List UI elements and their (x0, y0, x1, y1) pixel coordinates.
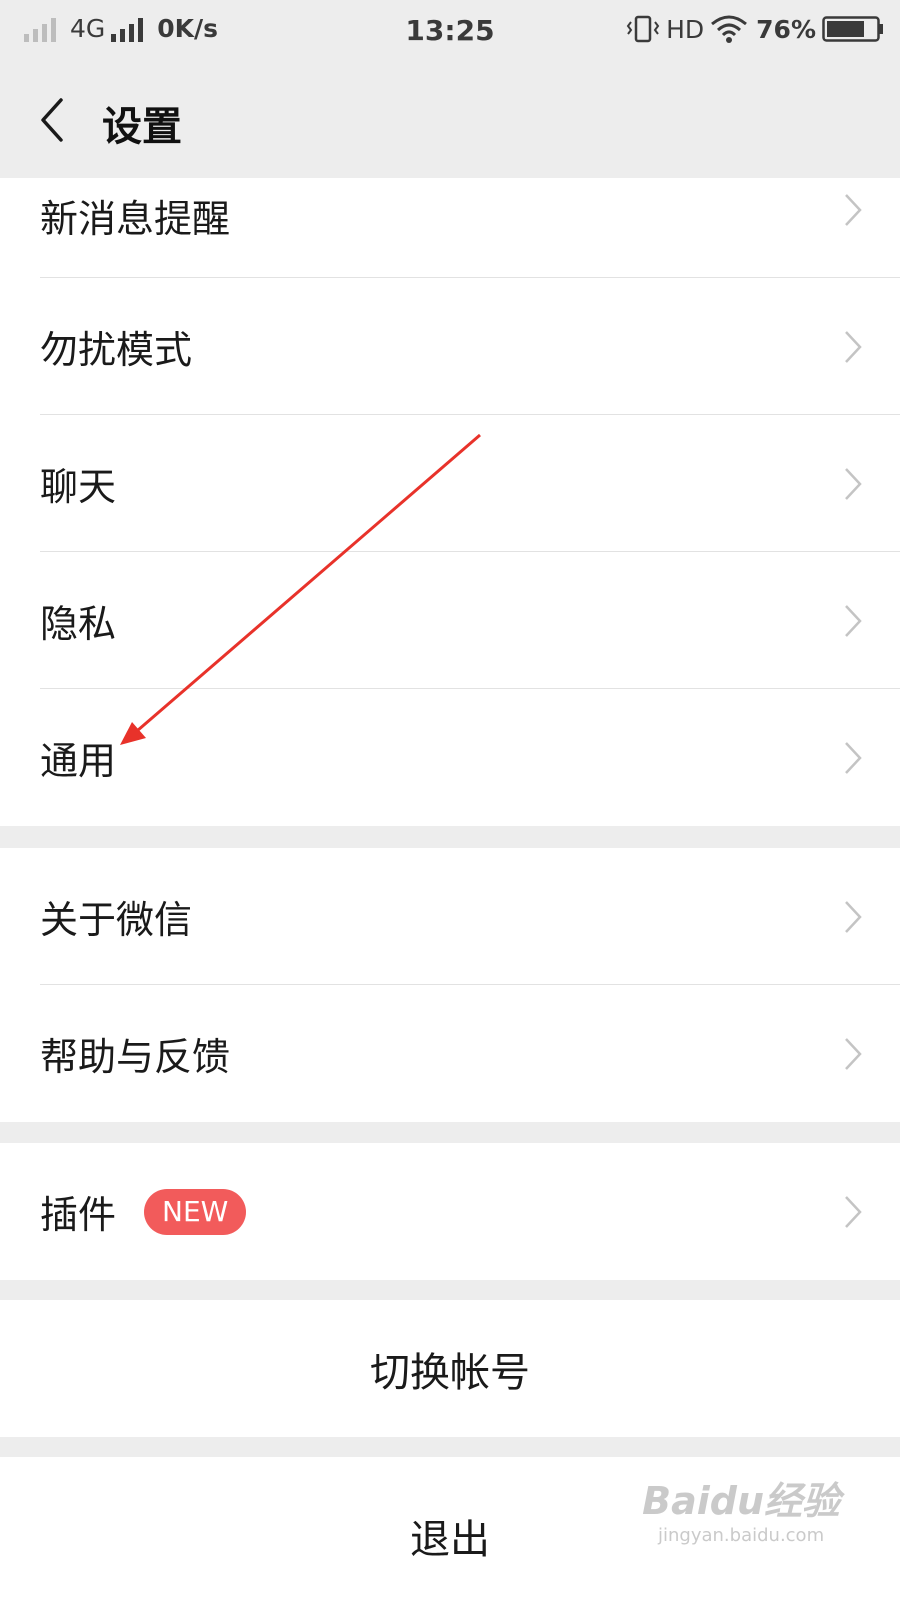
switch-account-label: 切换帐号 (370, 1349, 530, 1396)
page-title: 设置 (102, 104, 182, 150)
wifi-icon (711, 15, 748, 43)
logout-label: 退出 (410, 1516, 490, 1563)
watermark-logo: Baidu经验 jingyan.baidu.com (642, 1470, 840, 1546)
row-do-not-disturb[interactable]: 勿扰模式 (0, 278, 900, 415)
row-chat[interactable]: 聊天 (0, 415, 900, 552)
settings-group-main: 新消息提醒 勿扰模式 聊天 隐私 通用 (0, 178, 900, 826)
chevron-right-icon (845, 1037, 862, 1070)
row-label: 关于微信 (40, 898, 193, 942)
chevron-right-icon (845, 330, 862, 363)
switch-account-button[interactable]: 切换帐号 (0, 1300, 900, 1437)
row-label: 新消息提醒 (40, 197, 231, 241)
watermark-url: jingyan.baidu.com (658, 1525, 825, 1546)
battery-icon (822, 16, 883, 42)
chevron-right-icon (845, 1195, 862, 1228)
row-label: 插件 (40, 1193, 117, 1237)
row-general[interactable]: 通用 (0, 689, 900, 826)
row-label: 勿扰模式 (40, 328, 193, 372)
settings-group-plugins: 插件 NEW (0, 1143, 900, 1280)
row-help-feedback[interactable]: 帮助与反馈 (0, 985, 900, 1122)
row-label: 聊天 (40, 465, 117, 509)
watermark-brand: Baidu经验 (642, 1479, 840, 1523)
row-label: 通用 (40, 739, 117, 783)
chevron-right-icon (845, 467, 862, 500)
new-badge: NEW (144, 1188, 247, 1235)
chevron-right-icon (845, 194, 862, 226)
row-privacy[interactable]: 隐私 (0, 552, 900, 689)
chevron-left-icon (41, 98, 63, 142)
settings-group-about: 关于微信 帮助与反馈 (0, 848, 900, 1122)
chevron-right-icon (845, 900, 862, 933)
row-plugins[interactable]: 插件 NEW (0, 1143, 900, 1280)
row-about-wechat[interactable]: 关于微信 (0, 848, 900, 985)
row-label: 帮助与反馈 (40, 1035, 231, 1079)
chevron-right-icon (845, 741, 862, 774)
hd-indicator: HD (666, 14, 705, 44)
battery-percent: 76% (756, 14, 816, 44)
status-bar: 4G 0K/s 13:25 HD 76% (0, 0, 900, 62)
row-label: 隐私 (40, 602, 117, 646)
status-right: HD 76% (626, 14, 884, 44)
nav-bar: 设置 (0, 62, 900, 178)
back-button[interactable] (22, 90, 82, 150)
row-new-message-alert[interactable]: 新消息提醒 (0, 178, 900, 278)
vibrate-icon (626, 15, 660, 43)
chevron-right-icon (845, 604, 862, 637)
